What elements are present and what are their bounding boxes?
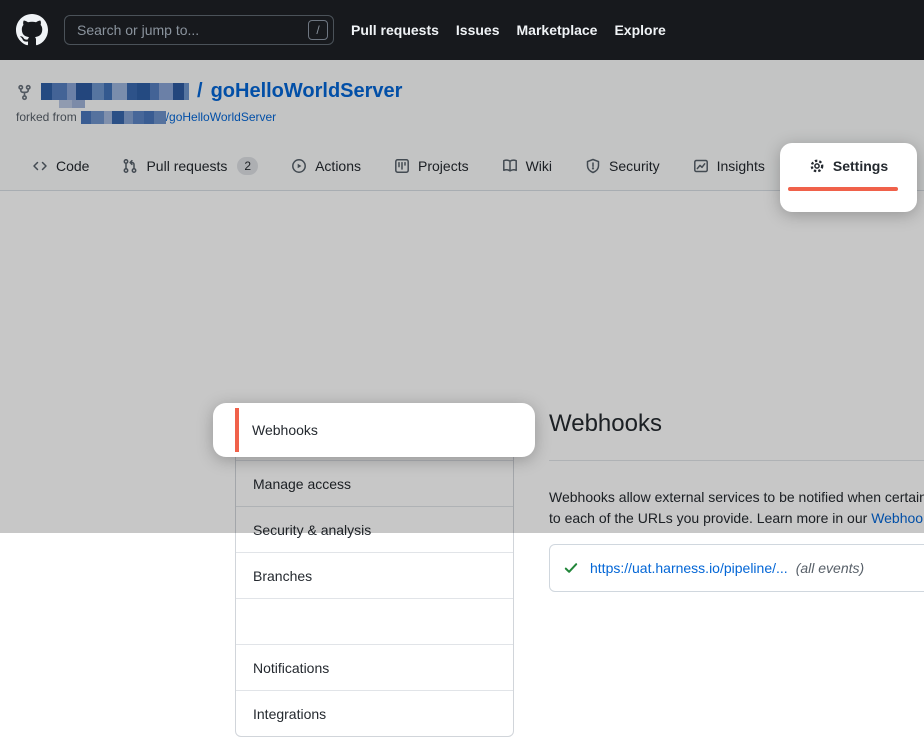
sidebar-item-webhooks[interactable]: Webhooks [213,403,535,457]
search-box: / [64,15,334,45]
nav-link-pull-requests[interactable]: Pull requests [351,22,439,38]
check-icon [563,560,579,576]
description-line-2: to each of the URLs you provide. Learn m… [549,508,924,529]
tab-settings[interactable]: Settings [780,143,917,189]
sidebar-item-integrations[interactable]: Integrations [236,690,513,736]
sidebar-item-label: Webhooks [252,403,318,457]
tab-label: Actions [315,158,361,174]
settings-tab-spotlight: Settings [780,143,917,212]
forked-owner-redacted [81,111,166,124]
webhook-events-label: (all events) [796,560,864,576]
sidebar-item-manage-access[interactable]: Manage access [236,460,513,506]
repo-title: / goHelloWorldServer [16,80,402,103]
tab-label: Wiki [526,158,552,174]
forked-from-label: forked from [16,110,77,124]
webhook-url-link[interactable]: https://uat.harness.io/pipeline/... [590,560,788,576]
tab-code[interactable]: Code [32,142,89,190]
sidebar-item-security-analysis[interactable]: Security & analysis [236,506,513,552]
pull-request-icon [122,158,138,174]
repo-forked-icon [16,84,33,101]
tab-wiki[interactable]: Wiki [502,142,552,190]
tab-label: Code [56,158,89,174]
project-icon [394,158,410,174]
github-logo-icon[interactable] [16,14,48,46]
nav-link-issues[interactable]: Issues [456,22,500,38]
book-icon [502,158,518,174]
repo-owner-redacted[interactable] [41,83,189,100]
repo-tab-bar: Code Pull requests 2 Actions Projects Wiki Sec… [32,142,765,190]
forked-from-line: forked from /goHelloWorldServer [16,110,276,124]
sidebar-item-webhooks-underlay [236,598,513,644]
webhooks-guide-link[interactable]: Webhooks Guide. [871,510,924,526]
page-title: Webhooks [549,409,924,439]
repo-owner-redacted-fragment [59,100,85,108]
active-tab-underline [788,187,898,191]
tab-security[interactable]: Security [585,142,660,190]
description-line-1: Webhooks allow external services to be n… [549,487,924,508]
gear-icon [809,158,825,174]
search-input[interactable] [64,15,334,45]
code-icon [32,158,48,174]
webhooks-description: Webhooks allow external services to be n… [549,487,924,529]
active-item-accent-bar [235,408,239,452]
repo-name-link[interactable]: goHelloWorldServer [211,80,403,103]
nav-link-explore[interactable]: Explore [614,22,665,38]
tab-label: Settings [833,158,888,174]
settings-sidebar: OptionsManage accessSecurity & analysisB… [235,413,514,737]
nav-link-marketplace[interactable]: Marketplace [517,22,598,38]
tab-projects[interactable]: Projects [394,142,469,190]
tab-label: Pull requests [146,158,227,174]
settings-page: OptionsManage accessSecurity & analysisB… [0,191,924,533]
tab-pull-requests[interactable]: Pull requests 2 [122,142,258,190]
tab-insights[interactable]: Insights [693,142,765,190]
tab-label: Insights [717,158,765,174]
shield-icon [585,158,601,174]
sidebar-item-notifications[interactable]: Notifications [236,644,513,690]
tab-actions[interactable]: Actions [291,142,361,190]
slash-shortcut-key: / [308,20,328,40]
title-divider [549,460,924,461]
sidebar-item-branches[interactable]: Branches [236,552,513,598]
tab-label: Security [609,158,660,174]
pull-requests-count-badge: 2 [237,157,258,175]
top-nav: / Pull requests Issues Marketplace Explore [0,0,924,60]
repo-separator: / [197,80,203,103]
webhook-list-item: https://uat.harness.io/pipeline/... (all… [549,544,924,592]
play-icon [291,158,307,174]
tab-label: Projects [418,158,469,174]
graph-icon [693,158,709,174]
forked-repo-link[interactable]: /goHelloWorldServer [166,110,277,124]
webhooks-content: Webhooks Webhooks allow external service… [549,409,924,592]
top-nav-links: Pull requests Issues Marketplace Explore [351,22,666,38]
